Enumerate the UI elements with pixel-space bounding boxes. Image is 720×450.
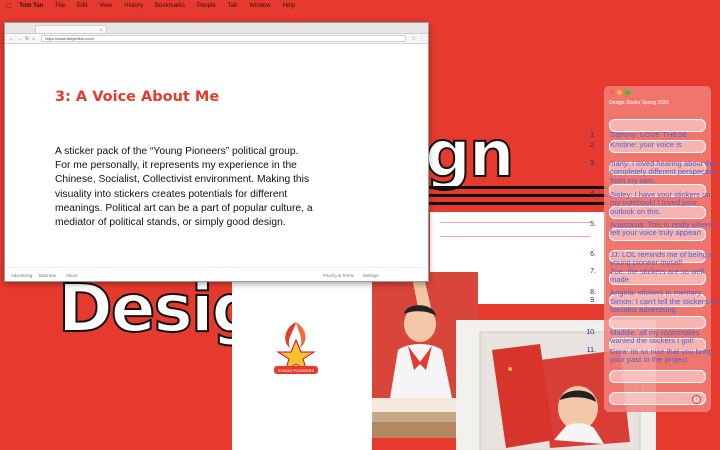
chat-message: JJ: LOL reminds me of being a young pion… xyxy=(610,250,714,268)
chat-field-12[interactable] xyxy=(609,370,706,383)
menu-edit[interactable]: Edit xyxy=(77,3,87,9)
chat-message: Dora: its so nice that you bring your pa… xyxy=(610,347,713,365)
zoom-window-icon[interactable] xyxy=(625,90,630,95)
menu-file[interactable]: File xyxy=(55,3,65,9)
stripe-1 xyxy=(428,186,608,189)
footer-link-about[interactable]: About xyxy=(66,273,77,278)
stripe-3 xyxy=(428,202,608,205)
chat-message: Kristine: your voice is xyxy=(610,140,682,149)
forward-icon[interactable]: → xyxy=(17,36,22,42)
message-number: 10. xyxy=(586,329,596,336)
back-icon[interactable]: ← xyxy=(9,36,14,42)
badge-text: YOUNG PIONEERS xyxy=(278,368,315,373)
footer-link-advertising[interactable]: Advertising xyxy=(11,273,32,278)
tab-close-icon[interactable]: × xyxy=(100,27,102,32)
message-number: 8. xyxy=(590,289,596,296)
menu-history[interactable]: History xyxy=(124,3,143,9)
menu-help[interactable]: Help xyxy=(283,3,295,9)
chat-message: Sammy: LOVE THESE xyxy=(610,130,688,139)
panel-line-2 xyxy=(440,236,590,237)
menu-tab[interactable]: Tab xyxy=(228,3,238,9)
photo-crowd xyxy=(372,398,458,438)
address-bar[interactable]: https://www.tbdyerism.com/ xyxy=(41,35,406,42)
bag-glyph-1: • xyxy=(506,362,514,378)
browser-window: × ← → ↻ ⌂ https://www.tbdyerism.com/ ☆ ⋮… xyxy=(4,22,429,282)
send-button[interactable]: ↑ xyxy=(692,395,701,404)
chat-message: Zoe: the stickers are so well made xyxy=(610,267,705,285)
home-icon[interactable]: ⌂ xyxy=(32,36,35,42)
footer-link-business[interactable]: Business xyxy=(39,273,56,278)
apple-icon[interactable]:  xyxy=(6,3,11,10)
message-number: 7. xyxy=(590,268,596,275)
bookmark-star-icon[interactable]: ☆ xyxy=(412,36,416,42)
page-content: 3: A Voice About Me A sticker pack of th… xyxy=(5,45,428,267)
menu-bar:  Tom Tan File Edit View History Bookmar… xyxy=(0,0,720,12)
chat-message: Simon: I can't tell the stickers as soci… xyxy=(610,297,719,315)
chat-message: Maddie: all my roommates wanted the stic… xyxy=(610,328,700,346)
menu-people[interactable]: People xyxy=(197,3,216,9)
minimize-window-icon[interactable] xyxy=(617,90,622,95)
message-number: 11. xyxy=(586,347,596,354)
menu-dots-icon[interactable]: ⋮ xyxy=(419,36,424,42)
arrow-up-icon: ↑ xyxy=(695,397,698,403)
browser-toolbar: ← → ↻ ⌂ https://www.tbdyerism.com/ ☆ ⋮ xyxy=(5,34,428,44)
footer-link-privacy[interactable]: Privacy & Terms xyxy=(323,273,354,278)
page-title: 3: A Voice About Me xyxy=(55,89,220,105)
message-number: 1. xyxy=(590,132,596,139)
message-number: 9. xyxy=(590,297,596,304)
page-footer: Advertising Business About Privacy & Ter… xyxy=(5,267,428,281)
page-body-text: A sticker pack of the “Young Pioneers” p… xyxy=(55,146,313,229)
young-pioneers-badge: YOUNG PIONEERS xyxy=(274,322,318,374)
footer-link-settings[interactable]: Settings xyxy=(363,273,379,278)
app-name[interactable]: Tom Tan xyxy=(19,3,43,9)
message-number: 4. xyxy=(590,191,596,198)
menu-window[interactable]: Window xyxy=(249,3,270,9)
chat-message: Jiany: I loved hearing about the complet… xyxy=(610,159,717,185)
browser-titlebar: × xyxy=(5,23,428,34)
chat-message: Sisley: I have your stickers on my noteb… xyxy=(610,190,711,216)
menu-bookmarks[interactable]: Bookmarks xyxy=(155,3,185,9)
chat-message: Anastasia: This is really where I felt y… xyxy=(610,220,717,238)
panel-line-1 xyxy=(440,222,590,223)
close-window-icon[interactable] xyxy=(609,90,614,95)
message-number: 2. xyxy=(590,142,596,149)
menu-view[interactable]: View xyxy=(99,3,112,9)
browser-tab[interactable]: × xyxy=(35,25,107,33)
reload-icon[interactable]: ↻ xyxy=(25,36,29,42)
message-number: 3. xyxy=(590,160,596,167)
message-number: 6. xyxy=(590,251,596,258)
message-number: 5. xyxy=(590,221,596,228)
chat-title: Design Studio Spring 2020 xyxy=(609,100,669,106)
background-word-top: gn xyxy=(424,117,515,193)
